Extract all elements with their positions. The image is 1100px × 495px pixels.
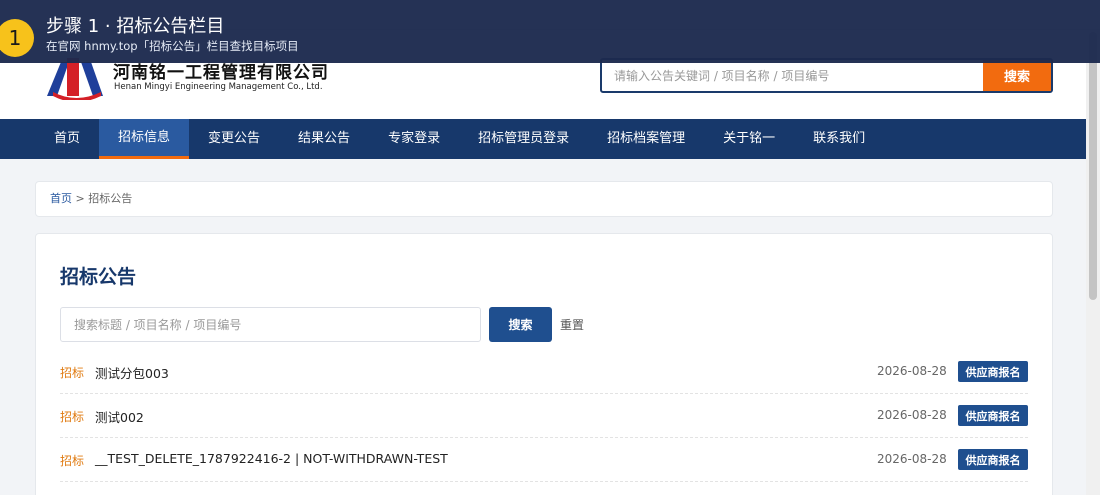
notice-list: 招标 测试分包003 2026-08-28 供应商报名 招标 测试002 202…: [60, 350, 1028, 482]
nav-item-result-notice[interactable]: 结果公告: [279, 119, 369, 159]
company-name-en: Henan Mingyi Engineering Management Co.,…: [114, 82, 323, 92]
breadcrumb-home-link[interactable]: 首页: [50, 192, 72, 205]
step-number-badge: 1: [0, 19, 34, 57]
breadcrumb-separator: >: [72, 192, 89, 205]
nav-item-expert-login[interactable]: 专家登录: [369, 119, 459, 159]
header-search-box: 搜索: [600, 58, 1053, 93]
notice-title-link[interactable]: 测试分包003: [95, 363, 169, 382]
notice-title-link[interactable]: __TEST_DELETE_1787922416-2 | NOT-WITHDRA…: [95, 451, 448, 466]
list-item: 招标 测试分包003 2026-08-28 供应商报名: [60, 350, 1028, 394]
header-search-input[interactable]: [602, 60, 983, 91]
notice-tag: 招标: [60, 410, 85, 424]
nav-item-archive-management[interactable]: 招标档案管理: [588, 119, 704, 159]
list-item: 招标 __TEST_DELETE_1787922416-2 | NOT-WITH…: [60, 438, 1028, 482]
notice-search-input[interactable]: [60, 307, 481, 342]
nav-item-contact[interactable]: 联系我们: [794, 119, 884, 159]
notice-title-link[interactable]: 测试002: [95, 407, 144, 426]
notice-search-button[interactable]: 搜索: [489, 307, 552, 342]
nav-item-change-notice[interactable]: 变更公告: [189, 119, 279, 159]
nav-item-home[interactable]: 首页: [35, 119, 99, 159]
nav-item-admin-login[interactable]: 招标管理员登录: [459, 119, 588, 159]
page-scrollbar[interactable]: [1086, 30, 1100, 495]
supplier-register-button[interactable]: 供应商报名: [958, 449, 1028, 470]
page-title: 招标公告: [60, 266, 137, 288]
step-title: 步骤 1 · 招标公告栏目: [46, 16, 225, 37]
step-subtitle: 在官网 hnmy.top「招标公告」栏目查找目标项目: [46, 39, 299, 53]
scrollbar-thumb[interactable]: [1089, 32, 1097, 300]
supplier-register-button[interactable]: 供应商报名: [958, 405, 1028, 426]
notice-list-card: 招标公告 搜索 重置 招标 测试分包003 2026-08-28 供应商报名 招…: [35, 233, 1053, 495]
supplier-register-button[interactable]: 供应商报名: [958, 361, 1028, 382]
nav-item-about[interactable]: 关于铭一: [704, 119, 794, 159]
breadcrumb-current: 招标公告: [88, 192, 133, 205]
list-item: 招标 测试002 2026-08-28 供应商报名: [60, 394, 1028, 438]
breadcrumb: 首页 > 招标公告: [35, 181, 1053, 217]
notice-tag: 招标: [60, 454, 85, 468]
header-search-button[interactable]: 搜索: [983, 60, 1051, 91]
notice-date: 2026-08-28: [877, 452, 947, 466]
notice-date: 2026-08-28: [877, 364, 947, 378]
nav-item-bidding-info[interactable]: 招标信息: [99, 119, 190, 159]
notice-date: 2026-08-28: [877, 408, 947, 422]
reset-button[interactable]: 重置: [560, 316, 584, 333]
notice-tag: 招标: [60, 366, 85, 380]
main-nav: 首页 招标信息 变更公告 结果公告 专家登录 招标管理员登录 招标档案管理 关于…: [0, 119, 1086, 159]
step-overlay-banner: 1 步骤 1 · 招标公告栏目 在官网 hnmy.top「招标公告」栏目查找目标…: [0, 0, 1100, 63]
